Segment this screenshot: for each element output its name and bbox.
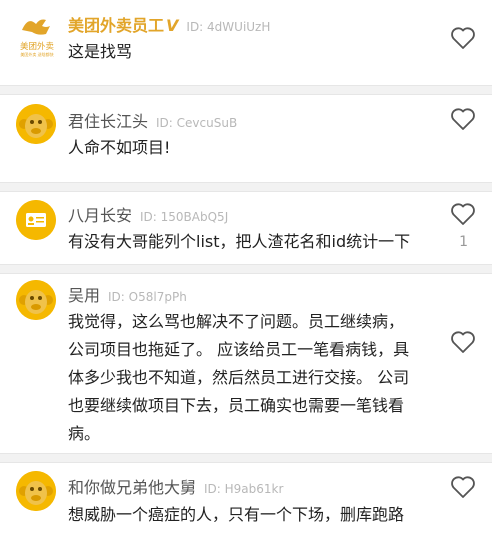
comment-line: 体多少我也不知道，然后然员工进行交接。 公司 [68, 368, 410, 387]
comment-line: 病。 [68, 424, 101, 443]
monkey-avatar-icon [16, 471, 56, 511]
divider [0, 85, 492, 95]
comment-line: 公司项目也拖延了。 应该给员工一笔看病钱，具 [68, 340, 410, 359]
comment-text: 我觉得，这么骂也解决不了问题。员工继续病， 公司项目也拖延了。 应该给员工一笔看… [68, 308, 438, 448]
monkey-avatar-icon [16, 280, 56, 320]
author-name: 八月长安 [68, 206, 133, 225]
comment-text: 这是找骂 [68, 42, 133, 61]
comment-author[interactable]: 和你做兄弟他大舅 ID: H9ab61kr [68, 474, 283, 498]
author-name: 吴用 [68, 286, 101, 305]
author-id: ID: CevcuSuB [156, 116, 238, 130]
monkey-avatar-icon [16, 104, 56, 144]
comment-author[interactable]: 八月长安 ID: 150BAbQ5J [68, 202, 228, 226]
author-name: 美团外卖员工 [68, 16, 165, 35]
author-name: 和你做兄弟他大舅 [68, 478, 197, 497]
comment-text: 有没有大哥能列个list，把人渣花名和id统计一下 [68, 232, 411, 251]
author-id: ID: H9ab61kr [204, 482, 284, 496]
comment-item: 和你做兄弟他大舅 ID: H9ab61kr 想威胁一个癌症的人，只有一个下场，删库… [0, 463, 492, 534]
meituan-logo-icon: 美团外卖 美团外卖 送啥都快 [20, 19, 55, 57]
avatar[interactable] [16, 280, 56, 320]
comment-author[interactable]: 吴用 ID: O58l7pPh [68, 282, 187, 306]
avatar[interactable] [16, 471, 56, 511]
meituan-logo-subtext: 美团外卖 送啥都快 [20, 51, 53, 57]
comment-item: 吴用 ID: O58l7pPh 我觉得，这么骂也解决不了问题。员工继续病， 公司项… [0, 274, 492, 454]
comment-author[interactable]: 君住长江头 ID: CevcuSuB [68, 108, 237, 132]
verified-mark: V [166, 16, 179, 35]
divider [0, 182, 492, 192]
avatar[interactable] [16, 104, 56, 144]
heart-icon[interactable] [450, 330, 476, 354]
author-name: 君住长江头 [68, 112, 149, 131]
author-id: ID: O58l7pPh [108, 290, 187, 304]
heart-icon[interactable] [450, 475, 476, 499]
like-count: 1 [459, 234, 468, 250]
heart-icon[interactable] [450, 107, 476, 131]
heart-icon[interactable] [450, 26, 476, 50]
divider [0, 264, 492, 274]
comment-line: 我觉得，这么骂也解决不了问题。员工继续病， [68, 312, 405, 331]
heart-icon[interactable] [450, 202, 476, 226]
comment-text: 人命不如项目! [68, 138, 171, 157]
comment-text: 想威胁一个癌症的人，只有一个下场，删库跑路 [68, 505, 405, 524]
author-id: ID: 4dWUiUzH [186, 20, 271, 34]
comment-line: 也要继续做项目下去，员工确实也需要一笔钱看 [68, 396, 405, 415]
meituan-logo-text: 美团外卖 [20, 41, 55, 52]
avatar[interactable]: 美团外卖 美团外卖 送啥都快 [16, 12, 58, 58]
divider [0, 453, 492, 463]
comment-item: 美团外卖 美团外卖 送啥都快 美团外卖员工 V ID: 4dWUiUzH 这是找骂 [0, 0, 492, 88]
author-id: ID: 150BAbQ5J [140, 210, 229, 224]
comment-item: 八月长安 ID: 150BAbQ5J 有没有大哥能列个list，把人渣花名和id统… [0, 192, 492, 265]
id-card-avatar-icon [16, 200, 56, 240]
avatar[interactable] [16, 200, 56, 240]
comment-author[interactable]: 美团外卖员工 V ID: 4dWUiUzH [68, 12, 270, 36]
comment-item: 君住长江头 ID: CevcuSuB 人命不如项目! [0, 95, 492, 185]
